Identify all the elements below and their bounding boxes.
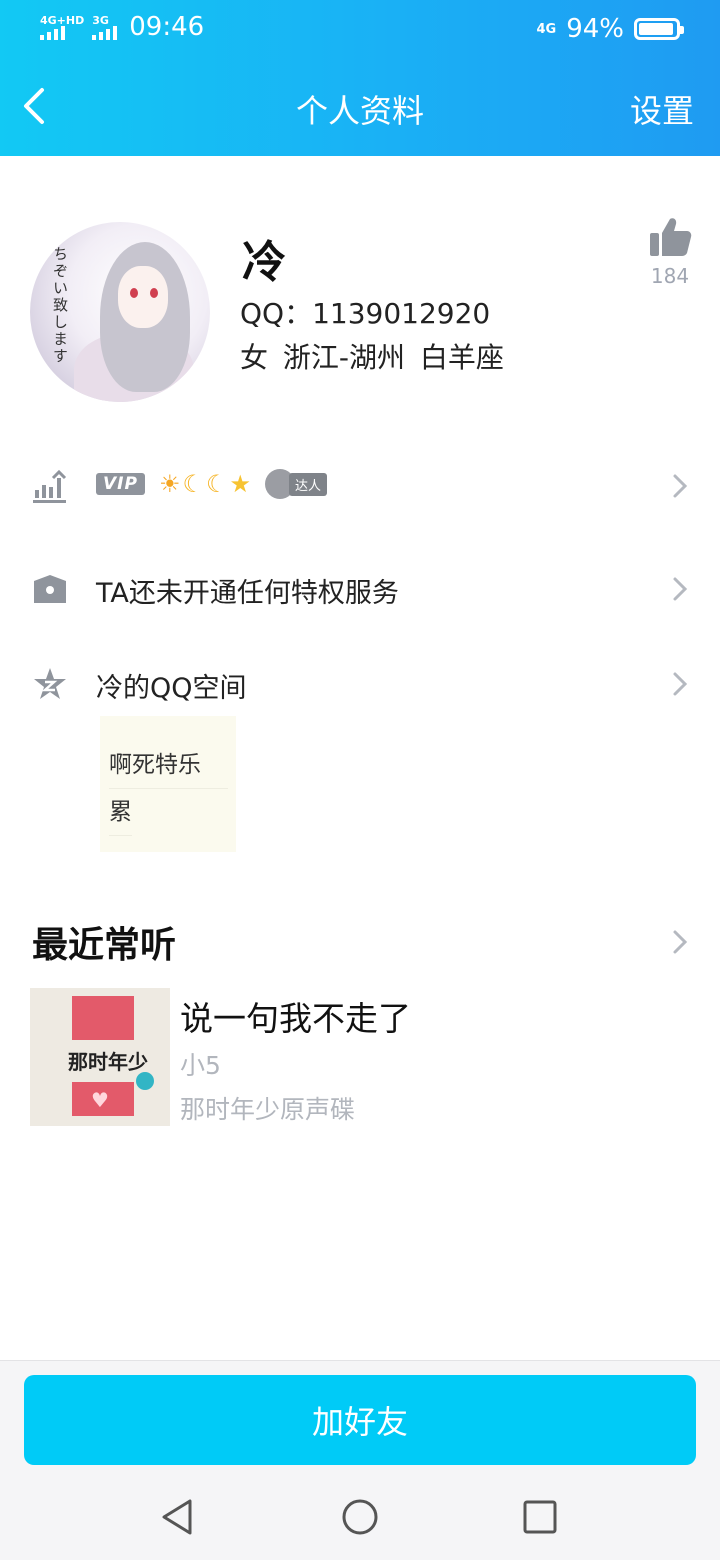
album-cover[interactable]: 那时年少 ♥: [30, 988, 170, 1126]
song-title[interactable]: 说一句我不走了: [180, 992, 411, 1040]
like-count: 184: [650, 264, 690, 288]
battery-icon: [634, 18, 684, 40]
expert-badge: 达人: [265, 469, 328, 499]
recent-title: 最近常听: [32, 925, 177, 966]
chevron-right-icon[interactable]: [670, 928, 690, 956]
signal-bars-icon: [40, 25, 65, 40]
crown-icon: [34, 575, 66, 603]
avatar[interactable]: ちぞい致します: [30, 222, 210, 402]
page-title: 个人资料: [295, 92, 424, 130]
song-artist: 小5: [180, 1051, 221, 1080]
level-badges: VIP ☀ ☾ ☾ ★ 达人: [96, 469, 328, 499]
status-bar: 4G+HD 3G 09:46 4G 94%: [0, 0, 720, 56]
like-button[interactable]: 184: [646, 216, 694, 296]
privilege-label: TA还未开通任何特权服务: [96, 578, 399, 609]
qzone-star-icon: [34, 668, 66, 699]
profile-name: 冷: [242, 237, 286, 288]
level-icons: ☀ ☾ ☾ ★: [159, 470, 251, 498]
qzone-note[interactable]: 啊死特乐 累: [100, 716, 236, 852]
clock: 09:46: [129, 12, 205, 42]
back-nav-icon[interactable]: [158, 1497, 198, 1537]
qzone-label: 冷的QQ空间: [96, 673, 247, 704]
add-friend-button[interactable]: 加好友: [24, 1375, 696, 1465]
signal-1: 4G+HD: [40, 15, 84, 40]
vip-badge: VIP: [96, 473, 145, 495]
moon-icon: ☾: [182, 470, 204, 498]
heart-icon: ♥: [91, 1088, 109, 1112]
signal-2-label: 3G: [92, 13, 109, 27]
privilege-row[interactable]: TA还未开通任何特权服务: [0, 559, 720, 619]
level-row[interactable]: VIP ☀ ☾ ☾ ★ 达人: [0, 456, 720, 516]
qq-number: QQ：1139012920: [240, 297, 491, 330]
app-header: 4G+HD 3G 09:46 4G 94% 个人资料 设置: [0, 0, 720, 156]
status-right: 4G 94%: [536, 14, 684, 44]
battery-percent: 94%: [566, 14, 624, 44]
recents-nav-icon[interactable]: [520, 1497, 560, 1537]
profile-info: 女 浙江-湖州 白羊座: [240, 341, 504, 374]
battery-fill: [639, 23, 673, 35]
expert-label: 达人: [289, 472, 328, 496]
sun-icon: ☀: [158, 470, 181, 498]
home-nav-icon[interactable]: [340, 1497, 380, 1537]
qzone-row[interactable]: 冷的QQ空间: [0, 654, 720, 714]
chevron-right-icon: [673, 672, 688, 696]
star-icon: ★: [229, 470, 252, 498]
moon-icon: ☾: [205, 470, 228, 498]
thumbs-up-icon: [650, 218, 692, 256]
song-album: 那时年少原声碟: [180, 1095, 356, 1124]
level-chart-icon: [33, 469, 67, 503]
status-left: 4G+HD 3G 09:46: [40, 12, 204, 42]
avatar-text: ちぞい致します: [51, 246, 69, 365]
note-line: 累: [109, 789, 132, 836]
network-type: 4G: [536, 21, 557, 37]
chevron-right-icon: [673, 577, 688, 601]
settings-button[interactable]: 设置: [630, 86, 694, 132]
signal-2: 3G: [92, 13, 118, 40]
signal-bars-icon: [92, 25, 118, 40]
album-cover-title: 那时年少: [68, 1050, 148, 1074]
chevron-right-icon: [673, 474, 688, 498]
signal-1-label: 4G+HD: [40, 13, 85, 27]
note-line: 啊死特乐: [109, 742, 228, 789]
bottom-bar: 加好友: [0, 1360, 720, 1560]
